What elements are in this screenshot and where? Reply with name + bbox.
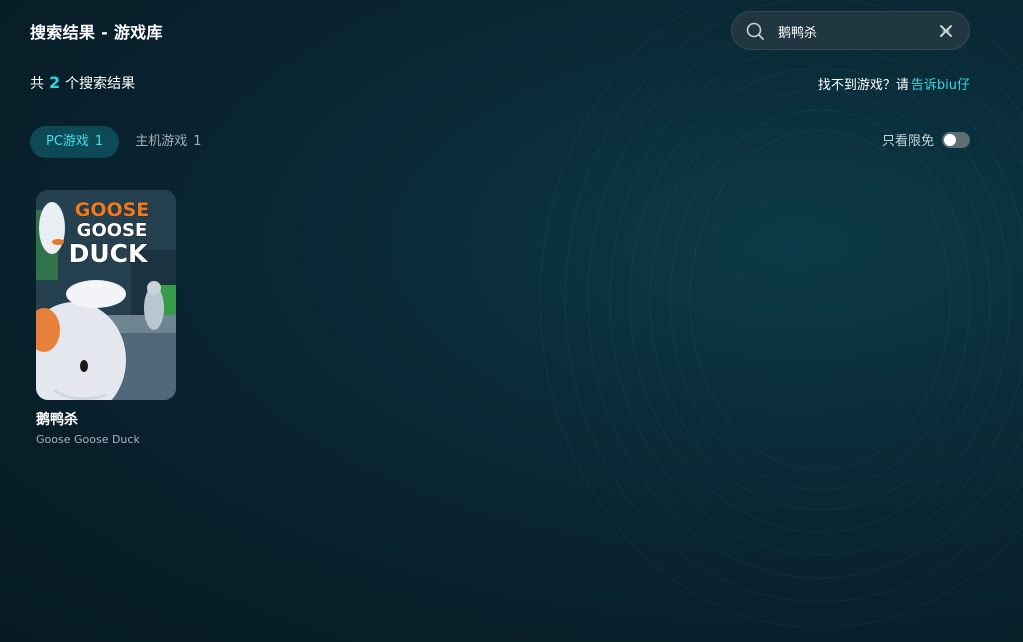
- free-only-toggle[interactable]: [942, 131, 970, 148]
- search-icon[interactable]: [745, 21, 765, 41]
- free-only-label: 只看限免: [881, 134, 934, 149]
- tab-pc-games[interactable]: PC游戏 1: [30, 126, 120, 158]
- tab-console-games-label: 主机游戏: [135, 134, 188, 149]
- result-count-prefix: 共: [30, 76, 44, 92]
- cover-logo-line: DUCK: [69, 239, 149, 268]
- result-count-suffix: 个搜索结果: [65, 76, 136, 92]
- clear-search-icon[interactable]: [939, 24, 953, 38]
- result-count: 共 2 个搜索结果: [30, 73, 135, 93]
- help-text: 找不到游戏？请: [817, 78, 909, 93]
- cover-logo-line: GOOSE: [77, 220, 148, 241]
- page-title: 搜索结果 - 游戏库: [30, 23, 163, 42]
- search-input[interactable]: [778, 20, 928, 42]
- tab-pc-games-label: PC游戏: [46, 134, 89, 149]
- tab-console-games-count: 1: [193, 134, 202, 149]
- game-cover-image[interactable]: GOOSE GOOSE DUCK: [36, 190, 176, 400]
- tab-pc-games-count: 1: [94, 134, 104, 149]
- game-card[interactable]: GOOSE GOOSE DUCK 鹅鸭杀 Goose Goose Duck: [36, 190, 176, 446]
- game-title[interactable]: 鹅鸭杀: [36, 409, 176, 429]
- search-bar[interactable]: [731, 11, 970, 50]
- help-prompt: 找不到游戏？请 告诉biu仔: [818, 74, 970, 93]
- platform-tabs: PC游戏 1 主机游戏 1: [30, 126, 218, 158]
- tab-console-games[interactable]: 主机游戏 1: [119, 126, 217, 158]
- toggle-knob: [944, 133, 956, 146]
- cover-logo-line: GOOSE: [75, 199, 150, 221]
- game-subtitle: Goose Goose Duck: [36, 433, 140, 446]
- result-count-number: 2: [49, 73, 61, 92]
- free-only-filter: 只看限免: [882, 130, 970, 149]
- game-cover-art: GOOSEGOOSEDUCK: [36, 190, 176, 400]
- report-missing-game-link[interactable]: 告诉biu仔: [911, 78, 970, 93]
